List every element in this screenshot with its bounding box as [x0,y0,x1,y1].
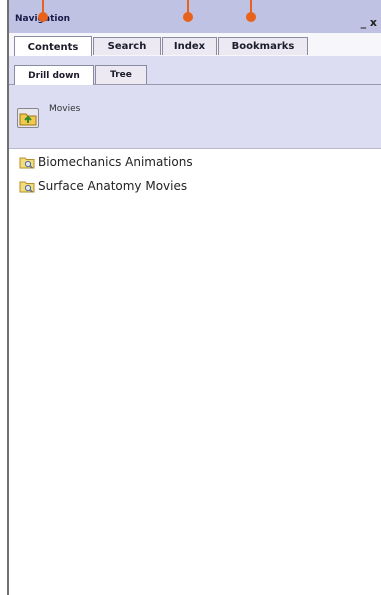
contents-tree: Biomechanics Animations Surface Anatomy … [9,150,381,198]
main-tabs: Contents Search Index Bookmarks [9,33,381,57]
tree-item-label: Surface Anatomy Movies [38,179,188,193]
tab-index[interactable]: Index [162,37,217,55]
up-folder-button[interactable] [17,108,39,128]
drill-down-header: Drill down Tree Movies [9,56,381,149]
annotation-marker-index [183,0,193,22]
tree-item-label: Biomechanics Animations [38,155,193,169]
annotation-marker-contents [38,0,48,22]
window-controls[interactable]: _ x [361,16,377,29]
tab-contents[interactable]: Contents [14,36,92,57]
list-item[interactable]: Biomechanics Animations [9,150,381,174]
tab-search[interactable]: Search [93,37,161,55]
navigation-panel: Navigation _ x Contents Search Index Boo… [7,0,381,595]
folder-up-icon [19,113,37,126]
subtab-tree[interactable]: Tree [95,65,147,84]
annotation-marker-bookmarks [246,0,256,22]
tab-bookmarks[interactable]: Bookmarks [218,37,308,55]
sub-tabs: Drill down Tree [9,65,381,85]
folder-search-icon [19,157,35,169]
folder-search-icon [19,181,35,193]
panel-titlebar: Navigation _ x [9,0,381,33]
subtab-drill-down[interactable]: Drill down [14,65,94,85]
list-item[interactable]: Surface Anatomy Movies [9,174,381,198]
breadcrumb: Movies [49,104,81,114]
